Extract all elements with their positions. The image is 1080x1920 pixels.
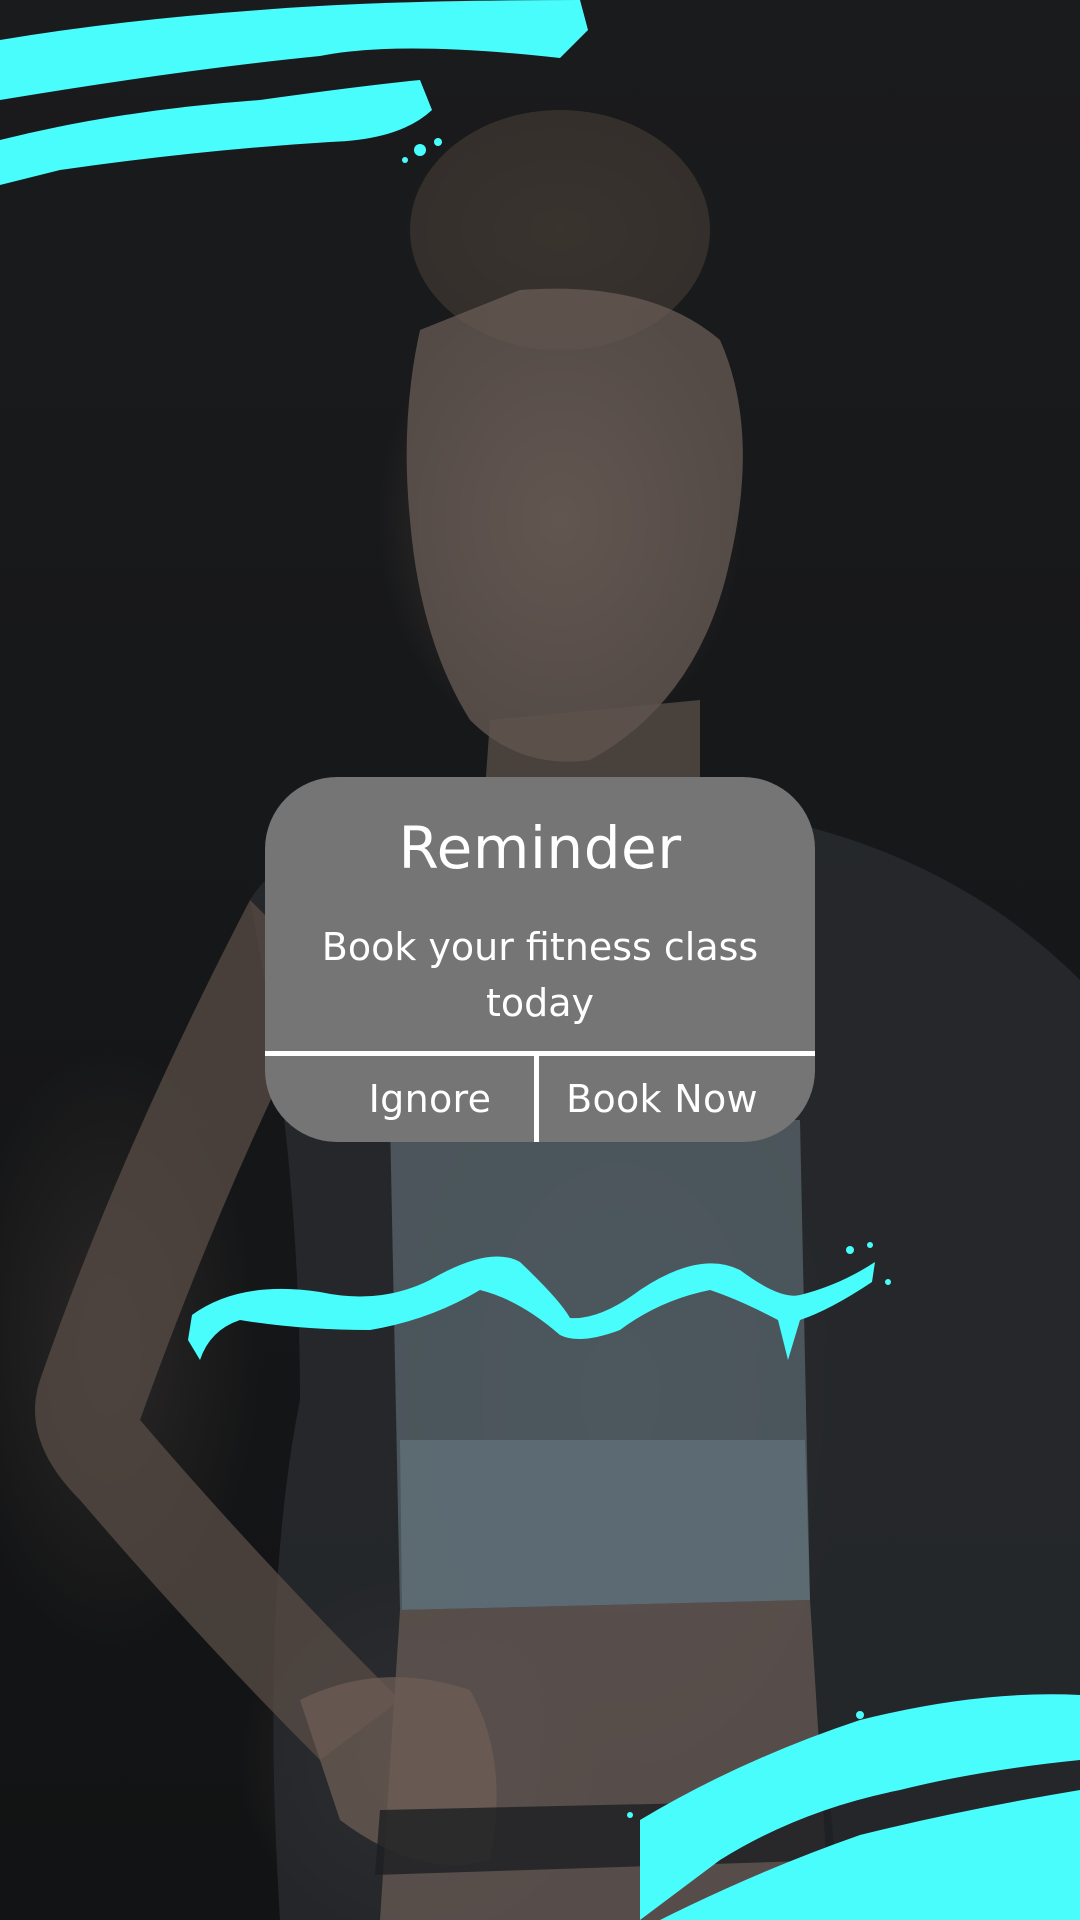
brush-splatter [414,144,426,156]
brush-stroke-top-2 [0,80,432,185]
brush-stroke-wave [188,1256,875,1360]
reminder-dialog: Reminder Book your fitness class today I… [265,777,815,1142]
brush-splatter [402,157,408,163]
brush-stroke-top-1 [0,0,588,100]
dialog-title: Reminder [398,814,682,882]
brush-splatter [846,1246,854,1254]
screen: Reminder Book your fitness class today I… [0,0,1080,1920]
brush-splatter [856,1711,864,1719]
book-now-button[interactable]: Book Now [539,1056,785,1142]
brush-splatter [434,138,442,146]
brush-splatter [832,1737,838,1743]
brush-splatter [885,1279,891,1285]
brush-splatter [627,1812,633,1818]
brush-splatter [867,1242,873,1248]
ignore-button[interactable]: Ignore [335,1056,525,1142]
dialog-message: Book your fitness class today [321,925,759,1025]
